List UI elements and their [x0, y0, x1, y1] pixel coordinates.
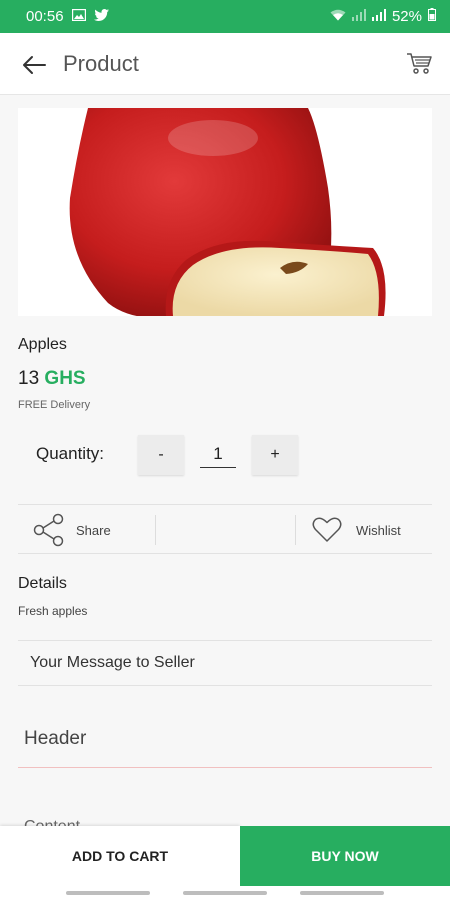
header-input[interactable]: Header: [18, 728, 432, 768]
app-bar: Product: [0, 33, 450, 95]
gallery-icon: [71, 8, 86, 25]
heart-icon: [312, 517, 342, 542]
quantity-label: Quantity:: [36, 444, 105, 463]
status-right: 52%: [330, 8, 436, 25]
add-to-cart-button[interactable]: ADD TO CART: [0, 826, 240, 886]
nav-back-button[interactable]: [300, 891, 384, 895]
quantity-decrement-button[interactable]: -: [138, 435, 184, 475]
battery-level: 52%: [391, 8, 422, 25]
quantity-increment-button[interactable]: +: [252, 435, 298, 475]
delivery-info: FREE Delivery: [18, 399, 91, 411]
details-text: Fresh apples: [18, 604, 88, 618]
signal-icon: [371, 8, 386, 25]
nav-home-button[interactable]: [183, 891, 267, 895]
wishlist-label: Wishlist: [356, 522, 401, 538]
page-title: Product: [63, 51, 139, 76]
arrow-left-icon: [23, 56, 46, 74]
status-time: 00:56: [26, 8, 64, 25]
product-image: [18, 108, 432, 316]
signal-icon: [351, 8, 366, 25]
system-nav-bar: [0, 886, 450, 900]
battery-icon: [428, 8, 436, 25]
product-price: 13 GHS: [18, 368, 86, 390]
product-name: Apples: [18, 336, 67, 353]
price-amount: 13: [18, 368, 40, 389]
quantity-value[interactable]: 1: [200, 444, 236, 468]
twitter-icon: [93, 8, 109, 25]
divider: [18, 553, 432, 554]
share-button[interactable]: Share: [32, 513, 111, 547]
divider: [295, 515, 296, 545]
bottom-action-bar: ADD TO CART BUY NOW: [0, 826, 450, 886]
cart-button[interactable]: [406, 51, 434, 79]
nav-recents-button[interactable]: [66, 891, 150, 895]
back-button[interactable]: [20, 51, 48, 79]
message-to-seller-field[interactable]: Your Message to Seller: [18, 640, 432, 686]
wifi-icon: [330, 8, 346, 25]
share-label: Share: [76, 522, 111, 538]
details-title: Details: [18, 575, 67, 592]
divider: [155, 515, 156, 545]
share-icon: [33, 513, 64, 547]
action-row: Share Wishlist: [18, 505, 432, 553]
price-currency: GHS: [44, 368, 86, 389]
cart-icon: [407, 53, 432, 74]
wishlist-button[interactable]: Wishlist: [312, 513, 401, 547]
status-left: 00:56: [26, 8, 109, 25]
status-bar: 00:56 52%: [0, 0, 450, 33]
buy-now-button[interactable]: BUY NOW: [240, 826, 450, 886]
